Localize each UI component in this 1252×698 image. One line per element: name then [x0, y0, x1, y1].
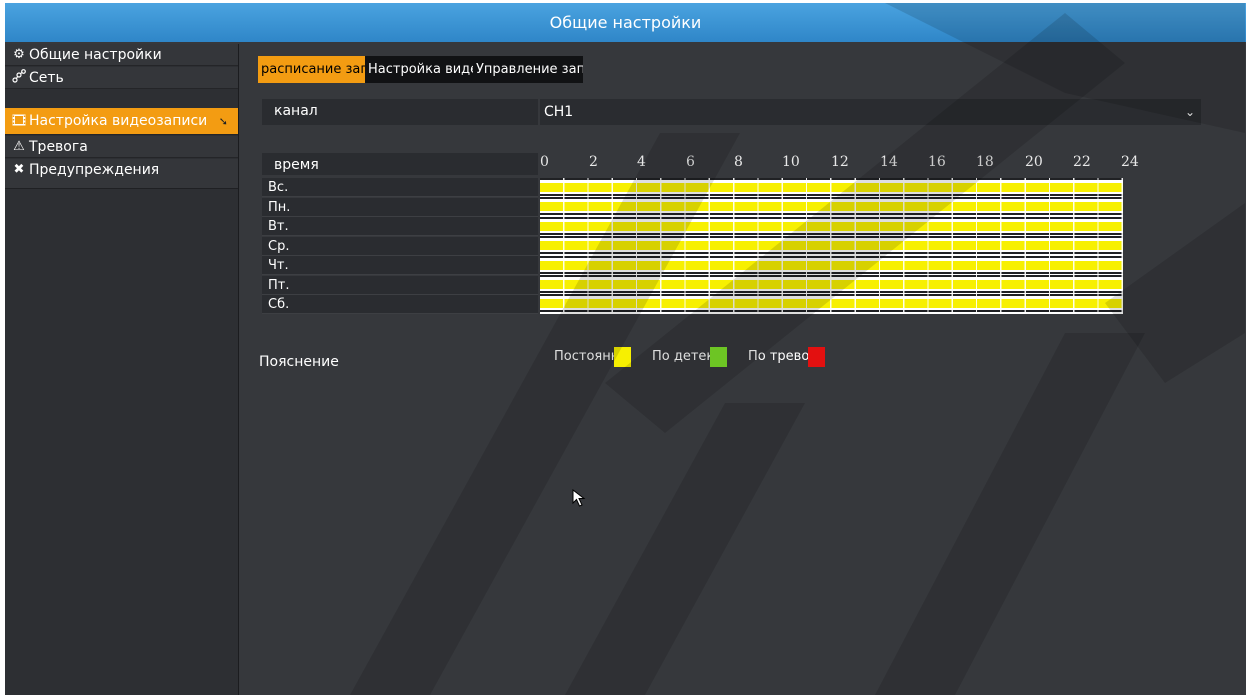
day-label: Пт.	[262, 276, 538, 295]
legend-item-constant: Постоянная	[554, 347, 631, 367]
schedule-row-fri[interactable]	[540, 275, 1123, 294]
day-label: Вс.	[262, 178, 538, 197]
hour-tick: 0	[540, 154, 549, 170]
hour-tick: 20	[1025, 154, 1043, 170]
legend-text: По детекции	[652, 349, 710, 364]
schedule-row-sat[interactable]	[540, 294, 1123, 313]
legend-text: По тревоге	[748, 349, 808, 364]
channel-value: CH1	[544, 104, 574, 120]
legend-item-alarm: По тревоге	[748, 347, 825, 367]
hour-tick: 6	[686, 154, 695, 170]
day-label: Чт.	[262, 256, 538, 275]
sidebar-item-label: Общие настройки	[29, 47, 162, 63]
tab-video-settings[interactable]: Настройка видео	[365, 56, 473, 83]
sidebar-item-network[interactable]: Сеть	[5, 67, 238, 89]
hour-tick: 10	[782, 154, 800, 170]
day-label: Вт.	[262, 217, 538, 236]
day-label: Ср.	[262, 237, 538, 256]
film-icon	[11, 108, 27, 135]
hour-tick: 18	[976, 154, 994, 170]
warning-icon: ⚠	[13, 139, 25, 154]
mouse-cursor-icon	[572, 489, 586, 507]
hour-tick: 16	[928, 154, 946, 170]
channel-label-cell: канал	[262, 99, 538, 125]
hour-tick: 24	[1121, 154, 1139, 170]
time-header-cell: время	[262, 153, 538, 175]
schedule-row-wed[interactable]	[540, 236, 1123, 255]
day-label: Сб.	[262, 295, 538, 314]
app-window: Общие настройки ⚙ Общие настройки Сеть Н…	[5, 3, 1246, 695]
expand-arrow-icon: ➘	[218, 115, 228, 128]
day-label: Пн.	[262, 198, 538, 217]
sidebar: ⚙ Общие настройки Сеть Настройка видеоза…	[5, 44, 239, 695]
hour-tick: 4	[637, 154, 646, 170]
sidebar-item-label: Тревога	[29, 139, 88, 155]
sidebar-item-label: Настройка видеозаписи	[29, 113, 208, 129]
channel-row: канал CH1 ⌄	[262, 99, 1201, 125]
tab-schedule[interactable]: расписание записи	[258, 56, 365, 83]
hour-tick: 12	[831, 154, 849, 170]
time-label: время	[274, 157, 319, 173]
schedule-row-tue[interactable]	[540, 216, 1123, 236]
gear-icon: ⚙	[13, 47, 25, 62]
legend-swatch-red	[808, 347, 825, 367]
sidebar-item-label: Сеть	[29, 70, 64, 86]
hour-tick: 8	[734, 154, 743, 170]
hour-tick: 22	[1073, 154, 1091, 170]
chevron-down-icon: ⌄	[1184, 105, 1195, 119]
legend-text: Постоянная	[554, 349, 614, 364]
schedule-row-sun[interactable]	[540, 178, 1123, 197]
network-icon	[11, 67, 27, 89]
legend-swatch-yellow	[614, 347, 631, 367]
schedule-grid[interactable]	[540, 178, 1123, 314]
sidebar-item-alarm[interactable]: ⚠ Тревога	[5, 136, 238, 158]
hour-tick: 2	[589, 154, 598, 170]
legend-label: Пояснение	[259, 354, 339, 370]
sidebar-item-warnings[interactable]: ✖ Предупреждения	[5, 159, 238, 189]
sidebar-item-recording[interactable]: Настройка видеозаписи ➘	[5, 108, 238, 135]
channel-label: канал	[274, 103, 318, 119]
channel-select[interactable]: CH1 ⌄	[540, 99, 1201, 125]
legend-swatch-green	[710, 347, 727, 367]
schedule-row-thu[interactable]	[540, 255, 1123, 275]
tools-icon: ✖	[13, 162, 25, 177]
schedule-row-mon[interactable]	[540, 197, 1123, 216]
hour-tick: 14	[880, 154, 898, 170]
sidebar-item-label: Предупреждения	[29, 162, 160, 178]
legend-item-motion: По детекции	[652, 347, 727, 367]
tab-record-management[interactable]: Управление записью	[473, 56, 583, 83]
sidebar-item-general[interactable]: ⚙ Общие настройки	[5, 44, 238, 66]
window-title: Общие настройки	[5, 3, 1246, 42]
